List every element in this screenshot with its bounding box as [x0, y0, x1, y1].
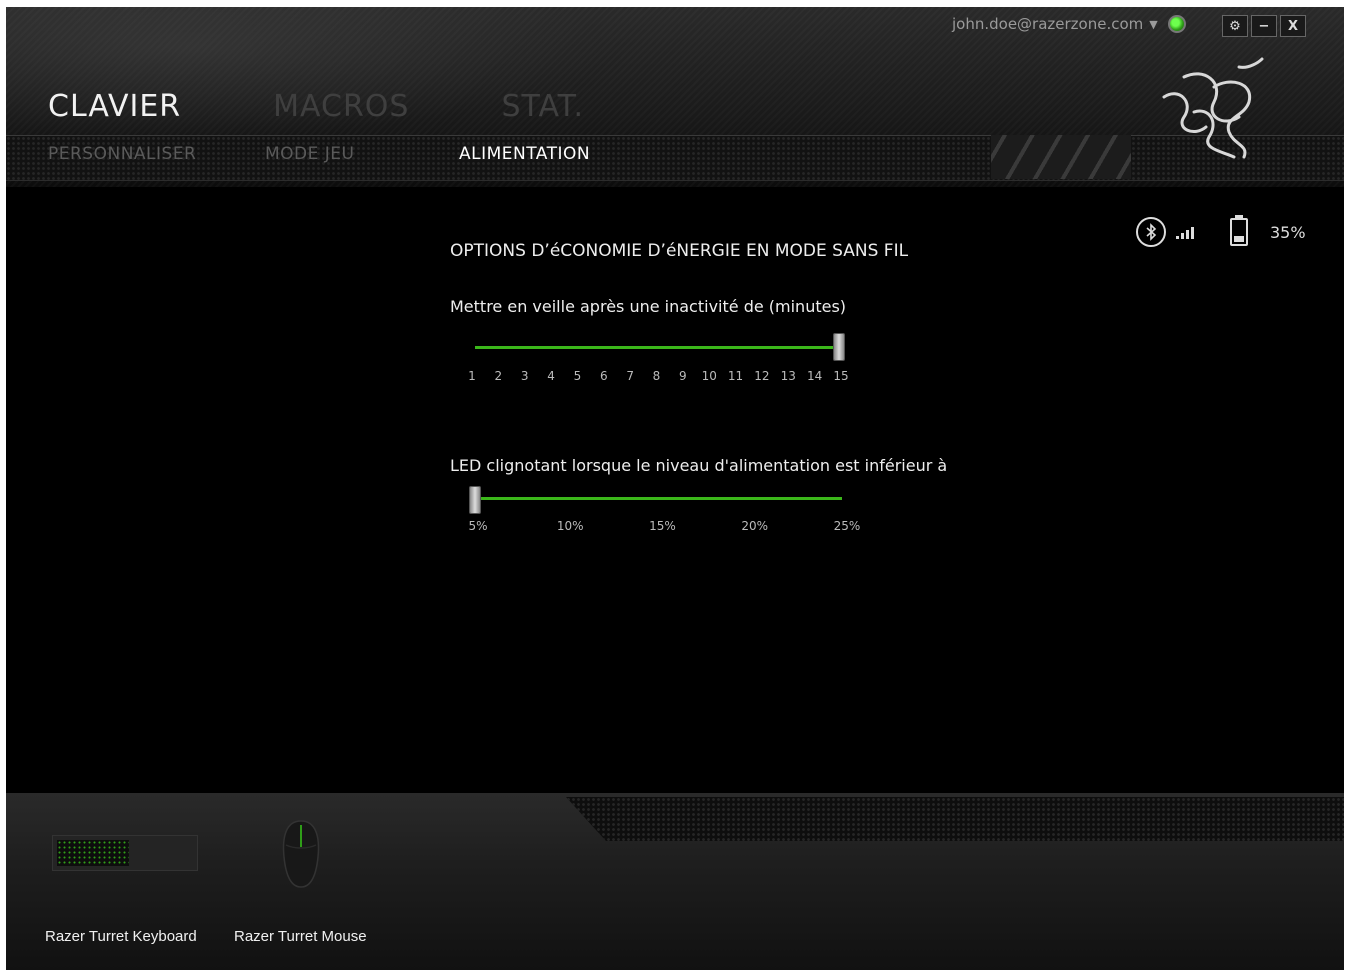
sleep-tick-label: 6 [599, 369, 608, 383]
sleep-slider-thumb[interactable] [833, 333, 845, 361]
mouse-icon[interactable] [278, 817, 324, 889]
sleep-tick-label: 10 [701, 369, 717, 383]
sleep-tick-label: 11 [727, 369, 744, 383]
sleep-tick-label: 5 [573, 369, 582, 383]
sleep-tick-label: 8 [652, 369, 661, 383]
device-label-keyboard[interactable]: Razer Turret Keyboard [45, 928, 197, 945]
sleep-slider-label: Mettre en veille après une inactivité de… [450, 297, 847, 316]
sleep-tick-label: 3 [520, 369, 529, 383]
sleep-tick-label: 2 [494, 369, 503, 383]
battery-percent: 35% [1270, 222, 1306, 242]
section-title: OPTIONS D’éCONOMIE D’éNERGIE EN MODE SAN… [450, 241, 909, 261]
account-email[interactable]: john.doe@razerzone.com [952, 15, 1143, 33]
sleep-tick-label: 1 [468, 369, 476, 383]
close-button[interactable]: X [1280, 15, 1306, 37]
device-status: 35% [1136, 215, 1306, 247]
led-slider-thumb[interactable] [469, 486, 481, 514]
sleep-tick-label: 12 [754, 369, 770, 383]
minimize-button[interactable]: − [1251, 15, 1277, 37]
main-tabs: CLAVIER MACROS STAT. [48, 89, 676, 124]
sleep-tick-label: 15 [833, 369, 849, 383]
led-slider-label: LED clignotant lorsque le niveau d'alime… [450, 456, 948, 475]
account-menu[interactable]: john.doe@razerzone.com ▼ [952, 15, 1186, 33]
tab-stat[interactable]: STAT. [501, 89, 584, 124]
led-tick-label: 10% [556, 519, 584, 533]
device-tray-band [566, 797, 1344, 841]
status-indicator-icon [1167, 15, 1186, 33]
triangle-down-icon[interactable]: ▼ [1149, 18, 1157, 31]
signal-strength-icon [1176, 225, 1194, 239]
decorative-stripes [991, 135, 1131, 179]
led-slider-track[interactable] [476, 497, 842, 500]
tab-clavier[interactable]: CLAVIER [48, 89, 181, 124]
battery-icon [1230, 215, 1248, 246]
subtab-bar [6, 135, 1344, 181]
device-label-mouse[interactable]: Razer Turret Mouse [234, 928, 367, 945]
sleep-tick-label: 4 [547, 369, 555, 383]
sleep-tick-label: 13 [780, 369, 796, 383]
razer-logo-icon [1162, 57, 1264, 159]
settings-button[interactable]: ⚙ [1222, 15, 1248, 37]
sleep-tick-label: 9 [679, 369, 687, 383]
subtab-alimentation[interactable]: ALIMENTATION [459, 144, 590, 164]
subtab-personnaliser[interactable]: PERSONNALISER [48, 144, 196, 164]
led-tick-label: 20% [741, 519, 769, 533]
sleep-tick-label: 7 [626, 369, 634, 383]
sleep-slider-track[interactable] [475, 346, 837, 349]
keyboard-icon[interactable] [52, 835, 198, 871]
subtab-mode-jeu[interactable]: MODE JEU [265, 144, 354, 164]
led-tick-label: 25% [833, 519, 861, 533]
led-tick-label: 5% [468, 519, 488, 533]
synapse-window: john.doe@razerzone.com ▼ ⚙ − X CLAVIER M… [6, 7, 1344, 970]
tab-macros[interactable]: MACROS [273, 89, 409, 124]
sleep-tick-label: 14 [807, 369, 823, 383]
led-tick-label: 15% [649, 519, 676, 533]
bluetooth-icon [1136, 217, 1166, 247]
window-controls: ⚙ − X [1222, 15, 1306, 37]
